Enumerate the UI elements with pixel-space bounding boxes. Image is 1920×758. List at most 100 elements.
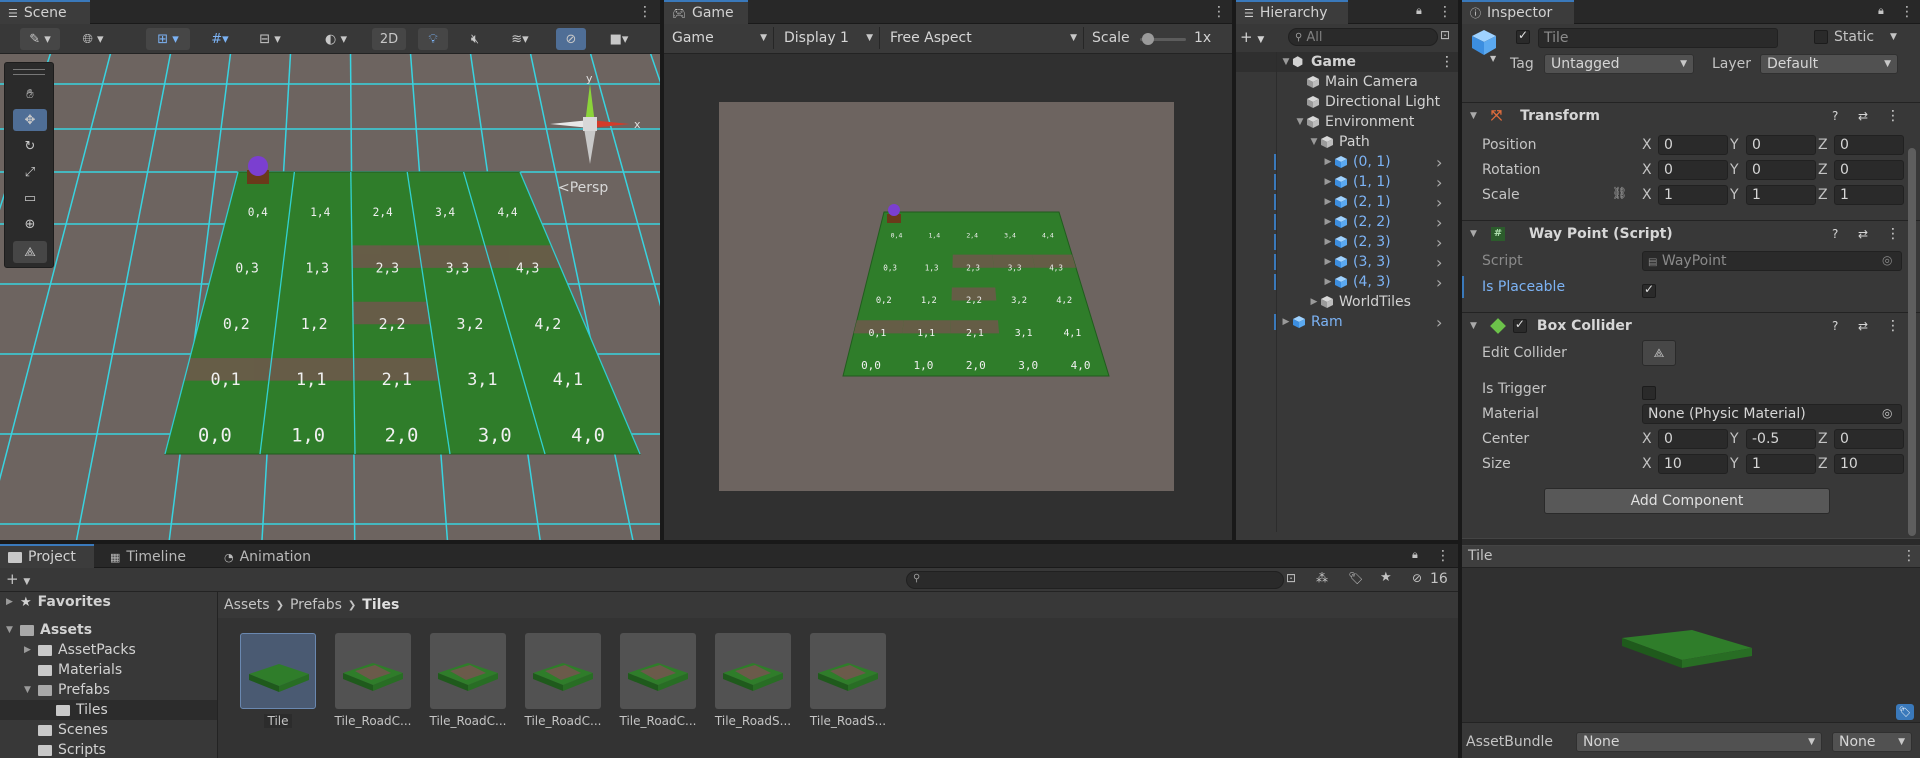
- x-field[interactable]: 0: [1658, 160, 1728, 180]
- project-search[interactable]: ⚲: [906, 571, 1284, 589]
- hand-tool-icon[interactable]: ✋︎: [13, 83, 47, 105]
- lock-icon[interactable]: 🔒︎: [1412, 548, 1418, 562]
- tag-dropdown[interactable]: Untagged ▼: [1544, 54, 1694, 74]
- help-icon[interactable]: ?: [1832, 227, 1838, 241]
- filter-type-icon[interactable]: ⁂: [1316, 571, 1328, 585]
- material-field[interactable]: None (Physic Material): [1642, 404, 1902, 424]
- hierarchy-search[interactable]: ⚲ All: [1288, 28, 1438, 46]
- transform-header[interactable]: ▼ ⤧ Transform ? ⇄ ⋮: [1462, 102, 1920, 128]
- component-menu-icon[interactable]: ⋮: [1886, 318, 1900, 334]
- move-tool-icon[interactable]: ✥: [13, 109, 47, 131]
- foldout-icon[interactable]: ▶: [1308, 297, 1320, 307]
- waypoint-header[interactable]: ▼ # Way Point (Script) ? ⇄ ⋮: [1462, 220, 1920, 246]
- foldout-icon[interactable]: ▶: [1322, 257, 1334, 267]
- box-collider-header[interactable]: ▼ Box Collider ? ⇄ ⋮: [1462, 312, 1920, 338]
- asset-item[interactable]: Tile_RoadC...: [429, 633, 507, 728]
- inspector-menu-icon[interactable]: ⋮: [1900, 4, 1914, 20]
- chevron-right-icon[interactable]: ›: [1436, 233, 1442, 252]
- foldout-icon[interactable]: ▼: [24, 685, 38, 695]
- script-field[interactable]: ▤ WayPoint: [1642, 251, 1902, 271]
- tab-animation[interactable]: ◔ Animation: [216, 544, 320, 568]
- y-field[interactable]: 0: [1746, 160, 1816, 180]
- is-trigger-checkbox[interactable]: [1642, 386, 1656, 400]
- foldout-icon[interactable]: ▶: [1322, 157, 1334, 167]
- x-field[interactable]: 1: [1658, 185, 1728, 205]
- gizmo-globe-button[interactable]: 🌐︎ ▾: [72, 28, 114, 50]
- gameobject-dropdown-icon[interactable]: ▼: [1490, 54, 1496, 63]
- game-viewport[interactable]: 0,4 1,4 2,4 3,4 4,4 0,3 1,3 2,3 3,3 4,3 0,2 1,2 2,2 3…: [719, 102, 1174, 491]
- hierarchy-item[interactable]: ▶ (1, 1) ›: [1236, 172, 1458, 192]
- visibility-icon[interactable]: ⊘: [556, 28, 586, 50]
- project-menu-icon[interactable]: ⋮: [1436, 548, 1450, 564]
- preview-area[interactable]: [1462, 568, 1920, 722]
- increment-snap-button[interactable]: ⊟ ▾: [248, 28, 292, 50]
- x-field[interactable]: 0: [1658, 429, 1728, 449]
- z-field[interactable]: 0: [1834, 135, 1904, 155]
- chevron-right-icon[interactable]: ›: [1436, 273, 1442, 292]
- scene-menu-icon[interactable]: ⋮: [638, 4, 652, 20]
- presets-icon[interactable]: ⇄: [1858, 319, 1868, 333]
- shading-button[interactable]: ◐ ▾: [316, 28, 356, 50]
- object-name-field[interactable]: Tile: [1538, 28, 1778, 48]
- constrain-proportions-icon[interactable]: ⛓︎: [1612, 186, 1627, 200]
- rect-tool-icon[interactable]: ▭: [13, 187, 47, 209]
- draw-mode-button[interactable]: ✎ ▾: [20, 28, 60, 50]
- tab-project[interactable]: Project: [0, 544, 94, 568]
- custom-tool-icon[interactable]: ⟁: [13, 241, 47, 263]
- help-icon[interactable]: ?: [1832, 109, 1838, 123]
- foldout-icon[interactable]: ▶: [1322, 197, 1334, 207]
- layer-dropdown[interactable]: Default ▼: [1760, 54, 1898, 74]
- collider-enabled-checkbox[interactable]: [1512, 317, 1527, 333]
- hierarchy-item[interactable]: ▶ Ram ›: [1236, 312, 1458, 332]
- tab-inspector[interactable]: ⓘ Inspector: [1462, 0, 1574, 24]
- scene-menu-icon[interactable]: ⋮: [1440, 54, 1454, 70]
- chevron-right-icon[interactable]: ›: [1436, 253, 1442, 272]
- presets-icon[interactable]: ⇄: [1858, 109, 1868, 123]
- foldout-icon[interactable]: ▼: [6, 625, 20, 635]
- foldout-icon[interactable]: ▶: [6, 597, 20, 607]
- project-tree-item[interactable]: ▶ ★ Favorites: [0, 592, 217, 612]
- search-options-icon[interactable]: ⊡: [1440, 28, 1450, 42]
- game-menu-icon[interactable]: ⋮: [1212, 4, 1226, 20]
- tab-hierarchy[interactable]: ☰ Hierarchy: [1236, 0, 1348, 24]
- hierarchy-item[interactable]: Directional Light: [1236, 92, 1458, 112]
- hierarchy-item[interactable]: ▼ Environment: [1236, 112, 1458, 132]
- static-dropdown-icon[interactable]: ▼: [1890, 32, 1897, 42]
- asset-item[interactable]: Tile_RoadS...: [714, 633, 792, 728]
- scene-viewport[interactable]: 0,4 1,4 2,4 3,4 4,4 0,3 1,3 2,3 3,3 4,3 0,2 1,2 2,2 3…: [0, 54, 660, 540]
- foldout-icon[interactable]: ▶: [1322, 277, 1334, 287]
- preview-menu-icon[interactable]: ⋮: [1902, 548, 1916, 564]
- chevron-right-icon[interactable]: ›: [1436, 153, 1442, 172]
- breadcrumb-tiles[interactable]: Tiles: [362, 597, 399, 613]
- asset-item[interactable]: Tile_RoadC...: [334, 633, 412, 728]
- aspect-dropdown[interactable]: Free Aspect ▼: [884, 27, 1084, 49]
- chevron-right-icon[interactable]: ›: [1436, 193, 1442, 212]
- x-field[interactable]: 10: [1658, 454, 1728, 474]
- chevron-right-icon[interactable]: ›: [1436, 213, 1442, 232]
- hidden-packages-icon[interactable]: ⊘: [1412, 571, 1422, 585]
- foldout-icon[interactable]: ▼: [1308, 137, 1320, 147]
- transform-tool-icon[interactable]: ⊕: [13, 213, 47, 235]
- hierarchy-item[interactable]: ▶ (2, 2) ›: [1236, 212, 1458, 232]
- display-dropdown[interactable]: Display 1 ▼: [778, 27, 880, 49]
- object-picker-icon[interactable]: ◎: [1882, 253, 1892, 267]
- asset-item[interactable]: Tile_RoadC...: [619, 633, 697, 728]
- hierarchy-item[interactable]: ▶ (3, 3) ›: [1236, 252, 1458, 272]
- z-field[interactable]: 0: [1834, 160, 1904, 180]
- hierarchy-item[interactable]: ▶ (4, 3) ›: [1236, 272, 1458, 292]
- lock-icon[interactable]: 🔒︎: [1878, 4, 1884, 18]
- rotate-tool-icon[interactable]: ↻: [13, 135, 47, 157]
- static-toggle[interactable]: [1814, 30, 1828, 48]
- label-tag-icon[interactable]: 🏷︎: [1896, 704, 1914, 720]
- scale-slider-handle[interactable]: [1142, 33, 1154, 45]
- tab-scene[interactable]: ☰ Scene: [0, 0, 90, 24]
- camera-icon[interactable]: ■▾: [596, 28, 642, 50]
- foldout-icon[interactable]: ▶: [1280, 317, 1292, 327]
- foldout-icon[interactable]: ▼: [1294, 117, 1306, 127]
- hierarchy-item[interactable]: ▼ ⬢ Game ⋮: [1236, 52, 1458, 72]
- breadcrumb-assets[interactable]: Assets: [224, 597, 270, 613]
- tab-game[interactable]: 🎮︎ Game: [664, 0, 748, 24]
- project-tree-item[interactable]: ▼ Prefabs: [0, 680, 217, 700]
- foldout-icon[interactable]: ▶: [24, 645, 38, 655]
- add-component-button[interactable]: Add Component: [1544, 488, 1830, 514]
